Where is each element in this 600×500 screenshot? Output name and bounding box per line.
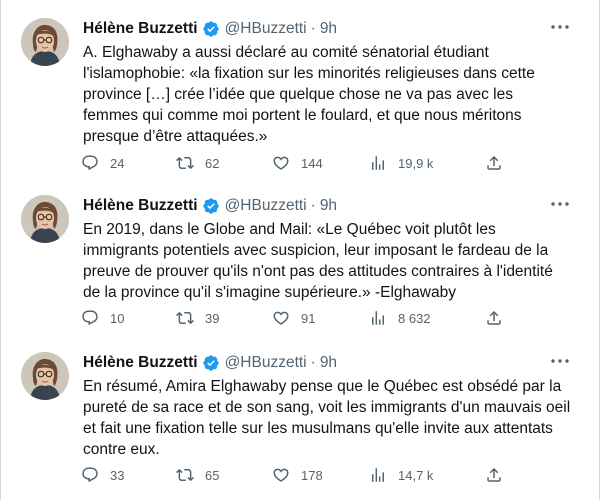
avatar[interactable] <box>21 18 69 66</box>
author-handle[interactable]: @HBuzzetti <box>225 354 307 372</box>
share-button[interactable] <box>485 466 503 484</box>
tweet-actions: 10 39 91 8 632 <box>81 309 563 329</box>
share-icon <box>485 309 503 327</box>
timestamp[interactable]: 9h <box>320 354 337 372</box>
tweet-header: Hélène Buzzetti @HBuzzetti · 9h <box>83 195 583 217</box>
timestamp[interactable]: 9h <box>320 197 337 215</box>
retweet-button[interactable]: 39 <box>176 309 219 327</box>
reply-count: 10 <box>110 310 125 326</box>
retweet-count: 65 <box>205 467 220 483</box>
tweet-content: Hélène Buzzetti @HBuzzetti · 9h En 2019,… <box>82 195 583 326</box>
like-count: 144 <box>301 155 323 171</box>
like-icon <box>272 154 290 172</box>
avatar[interactable] <box>21 195 69 243</box>
more-icon[interactable] <box>549 354 571 368</box>
views-icon <box>369 466 387 484</box>
like-icon <box>272 309 290 327</box>
tweet[interactable]: Hélène Buzzetti @HBuzzetti · 9h En 2019,… <box>1 195 600 335</box>
views-count: 14,7 k <box>398 467 434 483</box>
share-icon <box>485 466 503 484</box>
separator-dot: · <box>310 197 316 214</box>
retweet-icon <box>176 309 194 327</box>
tweet-header: Hélène Buzzetti @HBuzzetti · 9h <box>83 18 583 40</box>
like-button[interactable]: 91 <box>272 309 315 327</box>
reply-count: 24 <box>110 155 125 171</box>
like-icon <box>272 466 290 484</box>
tweet-header: Hélène Buzzetti @HBuzzetti · 9h <box>83 352 583 374</box>
tweet-content: Hélène Buzzetti @HBuzzetti · 9h En résum… <box>82 352 583 483</box>
retweet-count: 62 <box>205 155 220 171</box>
author-handle[interactable]: @HBuzzetti <box>225 197 307 215</box>
views-button[interactable]: 8 632 <box>369 309 431 327</box>
author-name[interactable]: Hélène Buzzetti <box>83 197 198 215</box>
separator-dot: · <box>310 354 316 371</box>
like-button[interactable]: 178 <box>272 466 323 484</box>
share-icon <box>485 154 503 172</box>
retweet-button[interactable]: 65 <box>176 466 219 484</box>
author-handle[interactable]: @HBuzzetti <box>225 20 307 38</box>
more-icon[interactable] <box>549 197 571 211</box>
share-button[interactable] <box>485 154 503 172</box>
like-count: 91 <box>301 310 316 326</box>
verified-badge-icon <box>202 20 220 38</box>
retweet-button[interactable]: 62 <box>176 154 219 172</box>
reply-button[interactable]: 33 <box>81 466 124 484</box>
more-icon[interactable] <box>549 20 571 34</box>
like-button[interactable]: 144 <box>272 154 323 172</box>
retweet-icon <box>176 466 194 484</box>
views-button[interactable]: 19,9 k <box>369 154 433 172</box>
tweet-text: En résumé, Amira Elghawaby pense que le … <box>83 378 571 458</box>
reply-button[interactable]: 24 <box>81 154 124 172</box>
retweet-count: 39 <box>205 310 220 326</box>
verified-badge-icon <box>202 197 220 215</box>
views-icon <box>369 309 387 327</box>
tweet-content: Hélène Buzzetti @HBuzzetti · 9h A. Elgha… <box>82 18 583 171</box>
verified-badge-icon <box>202 354 220 372</box>
views-button[interactable]: 14,7 k <box>369 466 433 484</box>
separator-dot: · <box>310 20 316 37</box>
tweet-text: A. Elghawaby a aussi déclaré au comité s… <box>83 44 535 145</box>
reply-button[interactable]: 10 <box>81 309 124 327</box>
reply-count: 33 <box>110 467 125 483</box>
tweet-text: En 2019, dans le Globe and Mail: «Le Qué… <box>83 221 553 301</box>
avatar[interactable] <box>21 352 69 400</box>
like-count: 178 <box>301 467 323 483</box>
reply-icon <box>81 309 99 327</box>
share-button[interactable] <box>485 309 503 327</box>
tweet[interactable]: Hélène Buzzetti @HBuzzetti · 9h A. Elgha… <box>1 18 600 178</box>
tweet[interactable]: Hélène Buzzetti @HBuzzetti · 9h En résum… <box>1 352 600 492</box>
views-count: 19,9 k <box>398 155 434 171</box>
views-icon <box>369 154 387 172</box>
views-count: 8 632 <box>398 310 431 326</box>
timeline: Hélène Buzzetti @HBuzzetti · 9h A. Elgha… <box>0 0 600 500</box>
reply-icon <box>81 466 99 484</box>
author-name[interactable]: Hélène Buzzetti <box>83 354 198 372</box>
retweet-icon <box>176 154 194 172</box>
tweet-actions: 33 65 178 14,7 k <box>81 466 563 486</box>
reply-icon <box>81 154 99 172</box>
timestamp[interactable]: 9h <box>320 20 337 38</box>
tweet-actions: 24 62 144 19,9 k <box>81 154 563 174</box>
author-name[interactable]: Hélène Buzzetti <box>83 20 198 38</box>
